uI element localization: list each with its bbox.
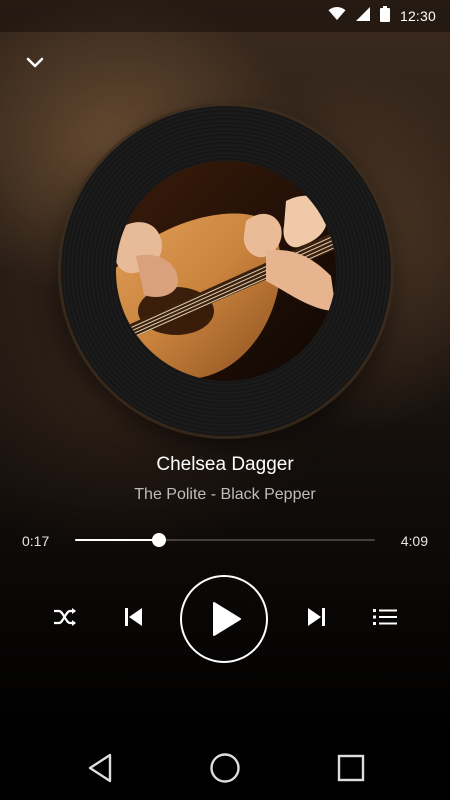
chevron-down-icon [26,56,44,74]
skip-previous-icon [122,607,144,632]
shuffle-button[interactable] [50,604,80,634]
play-button[interactable] [180,575,268,663]
skip-next-icon [306,607,328,632]
system-nav-bar [0,740,450,800]
vinyl-disc [55,100,397,442]
playlist-button[interactable] [370,604,400,634]
wifi-icon [328,6,346,26]
recents-square-icon [337,754,365,787]
back-triangle-icon [87,753,113,788]
seek-bar-thumb[interactable] [152,533,166,547]
nav-back-button[interactable] [65,740,135,800]
nav-home-button[interactable] [190,740,260,800]
status-bar: 12:30 [0,0,450,32]
elapsed-time: 0:17 [22,533,50,549]
play-icon [212,601,242,637]
cell-signal-icon [355,6,370,26]
status-time: 12:30 [399,8,436,24]
seek-bar[interactable] [75,533,375,547]
status-icons: 12:30 [328,0,436,32]
next-button[interactable] [302,604,332,634]
album-art [116,161,336,381]
duration-time: 4:09 [400,533,428,549]
playlist-icon [373,607,397,632]
track-artist-album: The Polite - Black Pepper [134,486,316,503]
collapse-button[interactable] [22,52,48,78]
shuffle-icon [53,607,77,632]
seek-bar-progress [75,539,159,541]
track-title: Chelsea Dagger [156,454,294,475]
previous-button[interactable] [118,604,148,634]
nav-recents-button[interactable] [316,740,386,800]
home-circle-icon [209,752,241,789]
guitar-photo [116,161,336,381]
battery-icon [379,5,390,27]
